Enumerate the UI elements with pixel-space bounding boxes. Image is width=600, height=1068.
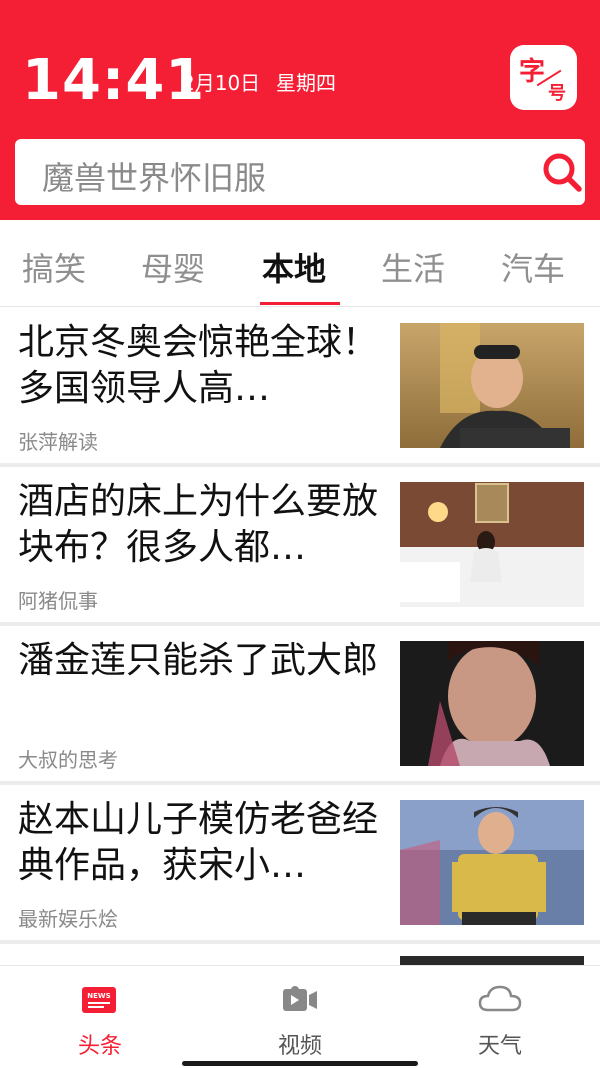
tab-local[interactable]: 本地 <box>262 244 326 290</box>
home-indicator <box>182 1061 418 1066</box>
search-placeholder: 魔兽世界怀旧服 <box>42 159 267 197</box>
search-icon[interactable] <box>540 150 584 194</box>
font-size-button[interactable]: 字 号 <box>510 45 577 110</box>
news-thumbnail-partial <box>400 956 584 965</box>
clock-time: 14:41 <box>22 48 206 113</box>
news-thumbnail <box>400 800 584 925</box>
news-thumbnail <box>400 482 584 607</box>
search-bar[interactable]: 魔兽世界怀旧服 <box>15 139 585 205</box>
news-source: 大叔的思考 <box>18 748 118 772</box>
news-source: 张萍解读 <box>18 430 98 454</box>
nav-video[interactable]: 视频 <box>200 966 400 1068</box>
video-camera-icon <box>283 986 317 1011</box>
tab-parenting[interactable]: 母婴 <box>141 244 205 290</box>
tab-funny[interactable]: 搞笑 <box>22 244 86 290</box>
nav-label: 天气 <box>477 1034 522 1059</box>
nav-label: 头条 <box>77 1034 122 1059</box>
tab-life[interactable]: 生活 <box>381 244 445 290</box>
news-title: 赵本山儿子模仿老爸经典作品，获宋小… <box>18 799 379 886</box>
nav-label: 视频 <box>277 1034 322 1059</box>
news-item[interactable]: 潘金莲只能杀了武大郎 大叔的思考 <box>0 626 600 781</box>
active-tab-indicator <box>260 302 340 305</box>
news-item[interactable]: 北京冬奥会惊艳全球！多国领导人高… 张萍解读 <box>0 308 600 463</box>
tab-auto[interactable]: 汽车 <box>501 244 565 290</box>
weekday-text: 星期四 <box>276 71 336 95</box>
nav-headlines[interactable]: NEWS 头条 <box>0 966 200 1068</box>
font-size-small-char: 号 <box>548 83 566 104</box>
cloud-icon <box>478 985 522 1012</box>
news-title: 北京冬奥会惊艳全球！多国领导人高… <box>18 322 379 409</box>
bottom-nav: NEWS 头条 视频 天气 <box>0 965 600 1068</box>
nav-weather[interactable]: 天气 <box>400 966 600 1068</box>
news-icon: NEWS <box>82 987 116 1013</box>
news-icon-text: NEWS <box>87 992 110 1000</box>
tabs-divider <box>0 306 600 307</box>
news-thumbnail <box>400 323 584 448</box>
news-thumbnail <box>400 641 584 766</box>
header: 14:41 2月10日 星期四 字 号 魔兽世界怀旧服 <box>0 0 600 220</box>
news-title: 酒店的床上为什么要放块布？很多人都… <box>18 481 379 568</box>
category-tabs: 搞笑 母婴 本地 生活 汽车 <box>0 220 600 306</box>
news-source: 阿猪侃事 <box>18 589 98 613</box>
news-item-partial[interactable] <box>0 944 600 965</box>
news-item[interactable]: 赵本山儿子模仿老爸经典作品，获宋小… 最新娱乐烩 <box>0 785 600 940</box>
news-item[interactable]: 酒店的床上为什么要放块布？很多人都… 阿猪侃事 <box>0 467 600 622</box>
date-text: 2月10日 <box>182 71 261 95</box>
news-title: 潘金莲只能杀了武大郎 <box>18 640 379 681</box>
news-source: 最新娱乐烩 <box>18 907 118 931</box>
